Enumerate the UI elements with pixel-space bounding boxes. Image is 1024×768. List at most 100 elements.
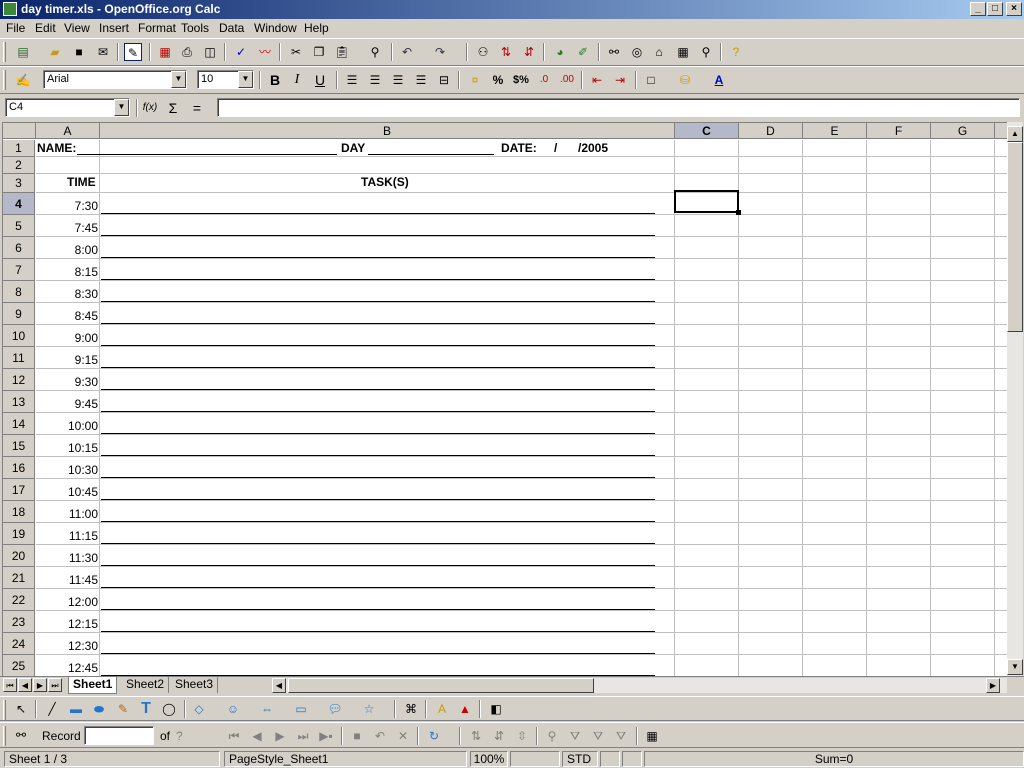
underline-button[interactable]: U [311, 71, 329, 89]
row-header-14[interactable]: 14 [3, 413, 35, 435]
delete-record-icon[interactable]: ✕ [394, 727, 412, 745]
time-cell[interactable]: 12:30 [36, 639, 99, 653]
chart-icon[interactable]: ◕ [551, 43, 569, 61]
text-tool-icon[interactable]: T [137, 700, 155, 718]
column-header-a[interactable]: A [36, 123, 100, 139]
time-cell[interactable]: 12:00 [36, 595, 99, 609]
sort-asc-record-icon[interactable]: ⇅ [467, 727, 485, 745]
sort-descending-icon[interactable]: ⇵ [520, 43, 538, 61]
page-style[interactable]: PageStyle_Sheet1 [224, 751, 467, 767]
toolbar-grip[interactable] [3, 70, 6, 90]
close-button[interactable]: × [1006, 2, 1022, 16]
menu-help[interactable]: Help [304, 21, 329, 36]
row-header-8[interactable]: 8 [3, 281, 35, 303]
edit-file-icon[interactable]: ✎ [124, 43, 142, 61]
paste-icon[interactable]: 📋︎ [333, 43, 351, 61]
active-cell-cursor[interactable] [674, 190, 739, 213]
vertical-scrollbar[interactable]: ▲ ▼ [1007, 122, 1023, 676]
open-folder-icon[interactable]: ▰ [46, 43, 64, 61]
first-record-icon[interactable]: ⏮ [225, 727, 243, 745]
font-color-icon[interactable]: A [710, 71, 728, 89]
email-icon[interactable]: ✉ [94, 43, 112, 61]
row-header-17[interactable]: 17 [3, 479, 35, 501]
autospellcheck-icon[interactable]: 〰 [256, 43, 274, 61]
data-sources-icon[interactable]: ▦ [674, 43, 692, 61]
chevron-down-icon[interactable]: ▼ [238, 71, 253, 88]
gallery-icon[interactable]: ⌂ [650, 43, 668, 61]
currency-format-icon[interactable]: ¤ [466, 71, 484, 89]
menu-view[interactable]: View [64, 21, 90, 36]
menu-tools[interactable]: Tools [181, 21, 209, 36]
standard-format-button[interactable]: $% [512, 71, 530, 89]
tab-sheet1[interactable]: Sheet1 [68, 677, 118, 694]
column-header-e[interactable]: E [803, 123, 867, 139]
day-label-cell[interactable]: DAY [341, 141, 365, 155]
horizontal-scroll-thumb[interactable] [288, 678, 594, 693]
zoom-level[interactable]: 100% [470, 751, 508, 767]
time-cell[interactable]: 11:00 [36, 507, 99, 521]
row-header-3[interactable]: 3 [3, 174, 35, 193]
save-icon[interactable]: ■ [70, 43, 88, 61]
row-header-23[interactable]: 23 [3, 611, 35, 633]
row-header-10[interactable]: 10 [3, 325, 35, 347]
tab-sheet3[interactable]: Sheet3 [171, 677, 219, 693]
format-paintbrush-icon[interactable]: ⚲ [366, 43, 384, 61]
justify-icon[interactable]: ☰ [412, 71, 430, 89]
select-arrow-icon[interactable]: ↖ [12, 700, 30, 718]
column-header-h[interactable] [995, 123, 1007, 139]
time-cell[interactable]: 7:30 [36, 199, 99, 213]
symbol-shapes-icon[interactable]: ☺ [224, 700, 242, 718]
italic-button[interactable]: I [288, 71, 306, 89]
formula-input[interactable] [217, 98, 1020, 117]
time-cell[interactable]: 10:15 [36, 441, 99, 455]
merge-cells-icon[interactable]: ⊟ [435, 71, 453, 89]
name-box[interactable]: C4 ▼ [5, 98, 130, 117]
toolbar-grip[interactable] [3, 700, 6, 720]
prev-sheet-icon[interactable]: ◀ [18, 678, 32, 692]
task-header-cell[interactable]: TASK(S) [361, 175, 409, 189]
help-icon[interactable]: ? [727, 43, 745, 61]
row-header-7[interactable]: 7 [3, 259, 35, 281]
date-label-cell[interactable]: DATE: [501, 141, 537, 155]
selection-mode[interactable]: STD [562, 751, 598, 767]
font-name-combo[interactable]: Arial ▼ [43, 70, 187, 89]
row-header-20[interactable]: 20 [3, 545, 35, 567]
navigator-icon[interactable]: ◎ [628, 43, 646, 61]
bold-button[interactable]: B [266, 71, 284, 89]
callouts-icon[interactable]: 💬︎ [326, 700, 344, 718]
menu-insert[interactable]: Insert [99, 21, 129, 36]
rectangle-tool-icon[interactable]: ▬ [67, 700, 85, 718]
fontwork-icon[interactable]: A [433, 700, 451, 718]
remove-filter-icon[interactable]: ⛛ [612, 727, 630, 745]
last-sheet-icon[interactable]: ⏭ [48, 678, 62, 692]
record-number-input[interactable] [84, 726, 154, 745]
time-cell[interactable]: 9:30 [36, 375, 99, 389]
time-cell[interactable]: 9:15 [36, 353, 99, 367]
scroll-down-icon[interactable]: ▼ [1007, 659, 1023, 675]
time-cell[interactable]: 11:45 [36, 573, 99, 587]
styles-formatting-icon[interactable]: ✍ [14, 71, 32, 89]
menu-format[interactable]: Format [138, 21, 176, 36]
scroll-left-icon[interactable]: ◀ [272, 678, 286, 693]
align-center-icon[interactable]: ☰ [366, 71, 384, 89]
time-cell[interactable]: 7:45 [36, 221, 99, 235]
row-header-21[interactable]: 21 [3, 567, 35, 589]
undo-record-icon[interactable]: ↶ [371, 727, 389, 745]
from-file-icon[interactable]: ▲ [456, 700, 474, 718]
function-wizard-button[interactable]: f(x) [141, 99, 159, 117]
callout-tool-icon[interactable]: ◯ [160, 700, 178, 718]
time-header-cell[interactable]: TIME [67, 175, 96, 189]
horizontal-scrollbar[interactable]: ◀ ▶ [272, 678, 1007, 693]
first-sheet-icon[interactable]: ⏮ [3, 678, 17, 692]
time-cell[interactable]: 12:15 [36, 617, 99, 631]
row-header-12[interactable]: 12 [3, 369, 35, 391]
time-cell[interactable]: 11:30 [36, 551, 99, 565]
save-record-icon[interactable]: ■ [348, 727, 366, 745]
draw-functions-icon[interactable]: ✐ [574, 43, 592, 61]
page-preview-icon[interactable]: ◫ [201, 43, 219, 61]
time-cell[interactable]: 8:30 [36, 287, 99, 301]
chevron-down-icon[interactable]: ▼ [114, 99, 129, 116]
find-record-icon[interactable]: ⚯ [12, 726, 30, 744]
line-tool-icon[interactable]: ╱ [43, 700, 61, 718]
column-header-c[interactable]: C [675, 123, 739, 139]
